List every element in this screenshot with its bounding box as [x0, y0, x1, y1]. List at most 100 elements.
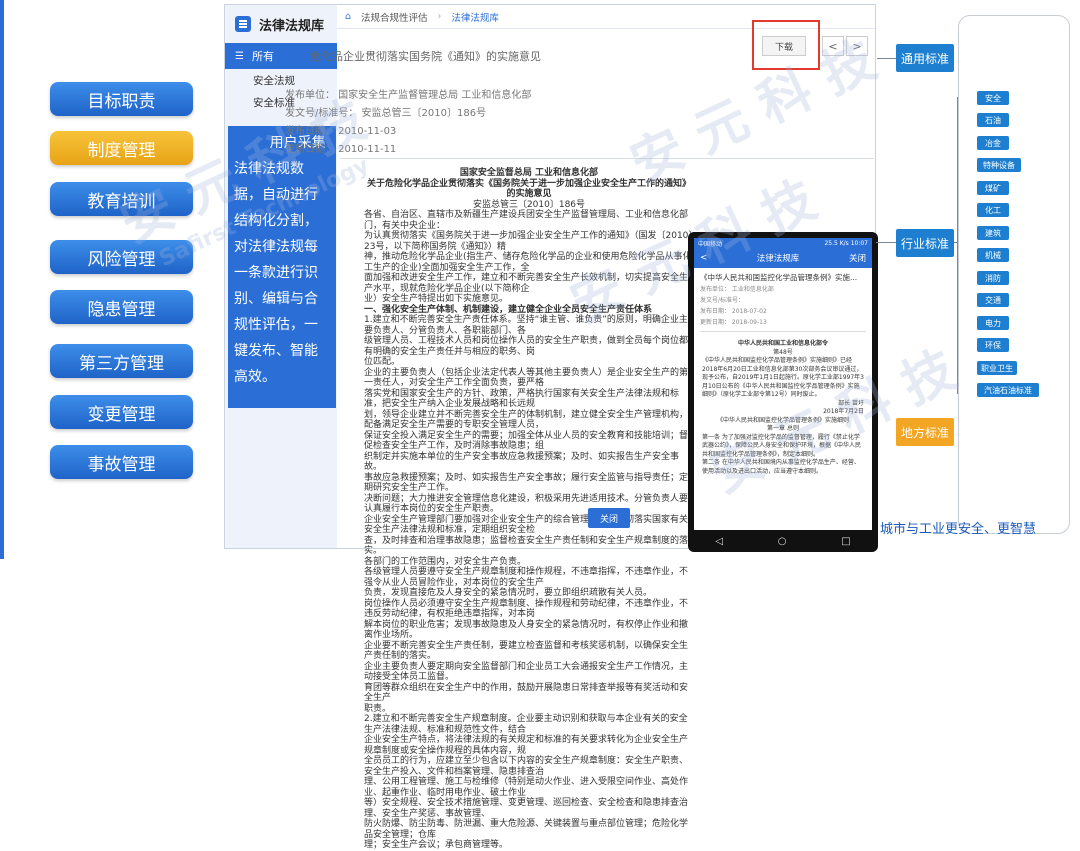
document-body: 国家安全监督总局 工业和信息化部 关于危险化学品企业贯彻落实《国务院关于进一步加…: [364, 168, 694, 851]
body-line: 神，推动危险化学品企业(指生产、储存危险化学品的企业和使用危险化学品从事化工生产…: [364, 252, 692, 273]
body-line: 理、公用工程管理、施工与检维修（特别是动火作业、进入受限空间作业、高处作业、起重…: [364, 777, 689, 798]
connector-line: [957, 97, 958, 394]
mobile-title-bar: < 法律法规库 关闭: [694, 248, 872, 268]
breadcrumb-separator: ›: [437, 11, 442, 22]
industry-standards-tag[interactable]: 行业标准: [896, 229, 954, 257]
menu-icon: ☰: [235, 50, 244, 62]
body-line: 各级管理人员要遵守安全生产规章制度和操作规程，不违章指挥，不违章作业，不强令从业…: [364, 567, 689, 588]
body-line: 岗位操作人员必须遵守安全生产规章制度、操作规程和劳动纪律，不违章作业，不违反劳动…: [364, 598, 689, 620]
industry-item[interactable]: 建筑: [977, 226, 1009, 240]
home-icon[interactable]: ⌂: [345, 11, 351, 22]
body-line: 解本岗位的职业危害；发现事故隐患及人身安全的紧急情况时，有权停止作业和撤离作业场…: [364, 619, 689, 641]
body-heading: 国家安全监督总局 工业和信息化部: [459, 168, 599, 178]
industry-item[interactable]: 安全: [977, 91, 1009, 105]
carrier-label: 中国移动: [698, 240, 723, 248]
industry-item[interactable]: 特种设备: [977, 158, 1021, 172]
app-title: 法律法规库: [259, 18, 325, 34]
industry-item[interactable]: 化工: [977, 203, 1009, 217]
document-title: 危化品企业贯彻落实国务院《通知》的实施意见: [310, 50, 541, 63]
nav-change-management[interactable]: 变更管理: [50, 395, 193, 429]
breadcrumb-item[interactable]: 法规合规性评估: [361, 10, 428, 24]
status-info: 25.5 K/s 10:07: [824, 239, 868, 247]
library-icon: [235, 16, 251, 32]
industry-item[interactable]: 汽油石油标准: [977, 383, 1039, 397]
body-line: 防火防爆、防尘防毒、防泄漏、重大危险源、关键装置与重点部位管理；危险化学品安全管…: [364, 819, 689, 840]
mobile-body-line: 2018年7月2日: [823, 408, 864, 415]
feature-description: 用户采集法律法规数据，自动进行结构化分割，对法律法规每一条款进行识别、编辑与合规…: [228, 126, 336, 408]
mobile-body-line: 部长 苗圩: [838, 399, 864, 407]
meta-issuer: 发布单位： 国家安全生产监督管理总局 工业和信息化部: [285, 90, 532, 101]
body-line: 决断问题；大力推进安全管理信息化建设，积极采用先进适用技术。分管负责人要认真履行…: [364, 493, 689, 515]
body-heading: 安监总管三〔2010〕186号: [472, 199, 586, 210]
body-line: 划，领导企业建立并不断完善安全生产的体制机制，建立健全安全生产管理机构，配备满足…: [364, 409, 689, 431]
mobile-body-line: 第一章 总则: [767, 425, 799, 432]
industry-item[interactable]: 环保: [977, 338, 1009, 352]
mobile-screen: 中国移动 25.5 K/s 10:07 < 法律法规库 关闭 《中华人民共和国监…: [694, 238, 872, 530]
body-line: 企业要不断完善安全生产责任制，要建立检查监督和考核奖惩机制，以确保安全生产责任制…: [364, 640, 689, 662]
slogan-text: 城市与工业更安全、更智慧: [880, 522, 1037, 537]
body-line: 织制定并实施本单位的生产安全事故应急救援预案；及时、如实报告生产安全事故。: [364, 451, 680, 473]
mobile-close-button[interactable]: 关闭: [849, 252, 866, 264]
next-page-button[interactable]: >: [846, 36, 868, 56]
nav-recent-icon[interactable]: □: [841, 536, 850, 547]
body-line: 负责，发现直接危及人身安全的紧急情况时，要立即组织疏散有关人员。: [364, 588, 653, 598]
connector-line: [876, 242, 898, 243]
nav-third-party-management[interactable]: 第三方管理: [50, 344, 193, 378]
industry-item[interactable]: 电力: [977, 316, 1009, 330]
mobile-body-line: 第一条 为了加强对监控化学品的监督管理，履行《禁止化学武器公约》，保障公民人身安…: [702, 433, 862, 458]
body-line: 理；安全生产会议；承包商管理等。: [364, 840, 509, 850]
body-line: 面加强和改进安全生产工作，建立和不断完善安全生产长效机制，切实提高安全生产水平，…: [364, 273, 689, 294]
body-line: 各省、自治区、直辖市及新疆生产建设兵团安全生产监督管理局、工业和信息化部门，有关…: [364, 210, 689, 231]
body-line: 保证安全投入满足安全生产的需要；加强全体从业人员的安全教育和技能培训；督促检查安…: [364, 430, 689, 452]
nav-back-icon[interactable]: ◁: [715, 536, 723, 547]
download-highlight: [752, 20, 820, 70]
close-button[interactable]: 关闭: [588, 508, 630, 528]
prev-page-button[interactable]: <: [822, 36, 844, 56]
body-line: 等）安全规程、安全技术措施管理、变更管理、巡回检查、安全检查和隐患排查治理、安全…: [364, 798, 689, 819]
body-line: 一、强化安全生产体制、机制建设，建立健全企业全员安全生产责任体系: [364, 304, 653, 315]
mobile-meta: 发文号/标准号：: [700, 297, 745, 304]
mobile-divider: [700, 331, 866, 332]
connector-line: [877, 58, 897, 59]
mobile-body-line: 中华人民共和国工业和信息化部令: [737, 340, 828, 347]
mobile-body-line: 《中华人民共和国监控化学品管理条例》实施细则》已经2018年6月20日工业和信息…: [702, 357, 864, 398]
body-line: 育团等群众组织在安全生产中的作用，鼓励开展隐患日常排查举报等有奖活动和安全生产: [364, 682, 689, 704]
body-line: 级管理人员、工程技术人员和岗位操作人员的安全生产职责，做到全员每个岗位都有明确的…: [364, 336, 689, 357]
nav-risk-management[interactable]: 风险管理: [50, 240, 193, 274]
back-icon[interactable]: <: [700, 253, 707, 263]
sidebar-item-label: 所有: [251, 50, 274, 63]
body-heading: 关于危险化学品企业贯彻落实《国务院关于进一步加强企业安全生产工作的通知》的实施意…: [366, 178, 691, 200]
industry-item[interactable]: 消防: [977, 271, 1009, 285]
nav-home-icon[interactable]: ○: [778, 536, 787, 547]
industry-item[interactable]: 石油: [977, 113, 1009, 127]
industry-item[interactable]: 冶金: [977, 136, 1009, 150]
industry-item[interactable]: 职业卫生: [977, 361, 1017, 375]
industry-item[interactable]: 交通: [977, 293, 1009, 307]
local-standards-tag[interactable]: 地方标准: [896, 418, 954, 446]
mobile-body-line: 《中华人民共和国监控化学品管理条例》实施细则: [716, 416, 849, 424]
mobile-body-line: 第48号: [773, 348, 793, 356]
nav-accident-management[interactable]: 事故管理: [50, 445, 193, 479]
mobile-body-line: 第二条 在中华人民共和国境内从事监控化学品生产、经营、使用活动以及进出口活动，应…: [702, 459, 860, 475]
body-line: 各部门的工作范围内，对安全生产负责。: [364, 556, 527, 567]
industry-item[interactable]: 煤矿: [977, 181, 1009, 195]
nav-system-management[interactable]: 制度管理: [50, 131, 193, 165]
body-line: 业）安全生产特提出如下实施意见。: [364, 294, 509, 304]
industry-item[interactable]: 机械: [977, 248, 1009, 262]
general-standards-tag[interactable]: 通用标准: [896, 44, 954, 72]
nav-hazard-management[interactable]: 隐患管理: [50, 290, 193, 324]
mobile-preview: 中国移动 25.5 K/s 10:07 < 法律法规库 关闭 《中华人民共和国监…: [688, 232, 878, 552]
nav-goal-duty[interactable]: 目标职责: [50, 82, 193, 116]
breadcrumb-current: 法律法规库: [451, 12, 499, 24]
nav-education-training[interactable]: 教育培训: [50, 182, 193, 216]
description-text: 用户采集法律法规数据，自动进行结构化分割，对法律法规每一条款进行识别、编辑与合规…: [234, 135, 326, 385]
mobile-doc-title: 《中华人民共和国监控化学品管理条例》实施...: [700, 273, 858, 282]
body-line: 事故应急救援预案；及时、如实报告生产安全事故；履行安全监管与指导责任；定期研究安…: [364, 472, 689, 494]
content-divider: [340, 158, 874, 159]
body-line: 全员员工的行为，应建立至少包含以下内容的安全生产规章制度：安全生产职责、安全生产…: [364, 756, 689, 777]
body-line: 企业的主要负责人（包括企业法定代表人等其他主要负责人）是企业安全生产的第一责任人…: [364, 367, 689, 389]
meta-update-date: 更新日期： 2010-11-11: [285, 144, 397, 155]
meta-publish-date: 发布日期： 2010-11-03: [285, 126, 397, 137]
sidebar-header: 法律法规库: [225, 5, 337, 43]
body-line: 企业安全生产特点，将法律法规的有关规定和标准的有关要求转化为企业安全生产规章制度…: [364, 735, 689, 756]
